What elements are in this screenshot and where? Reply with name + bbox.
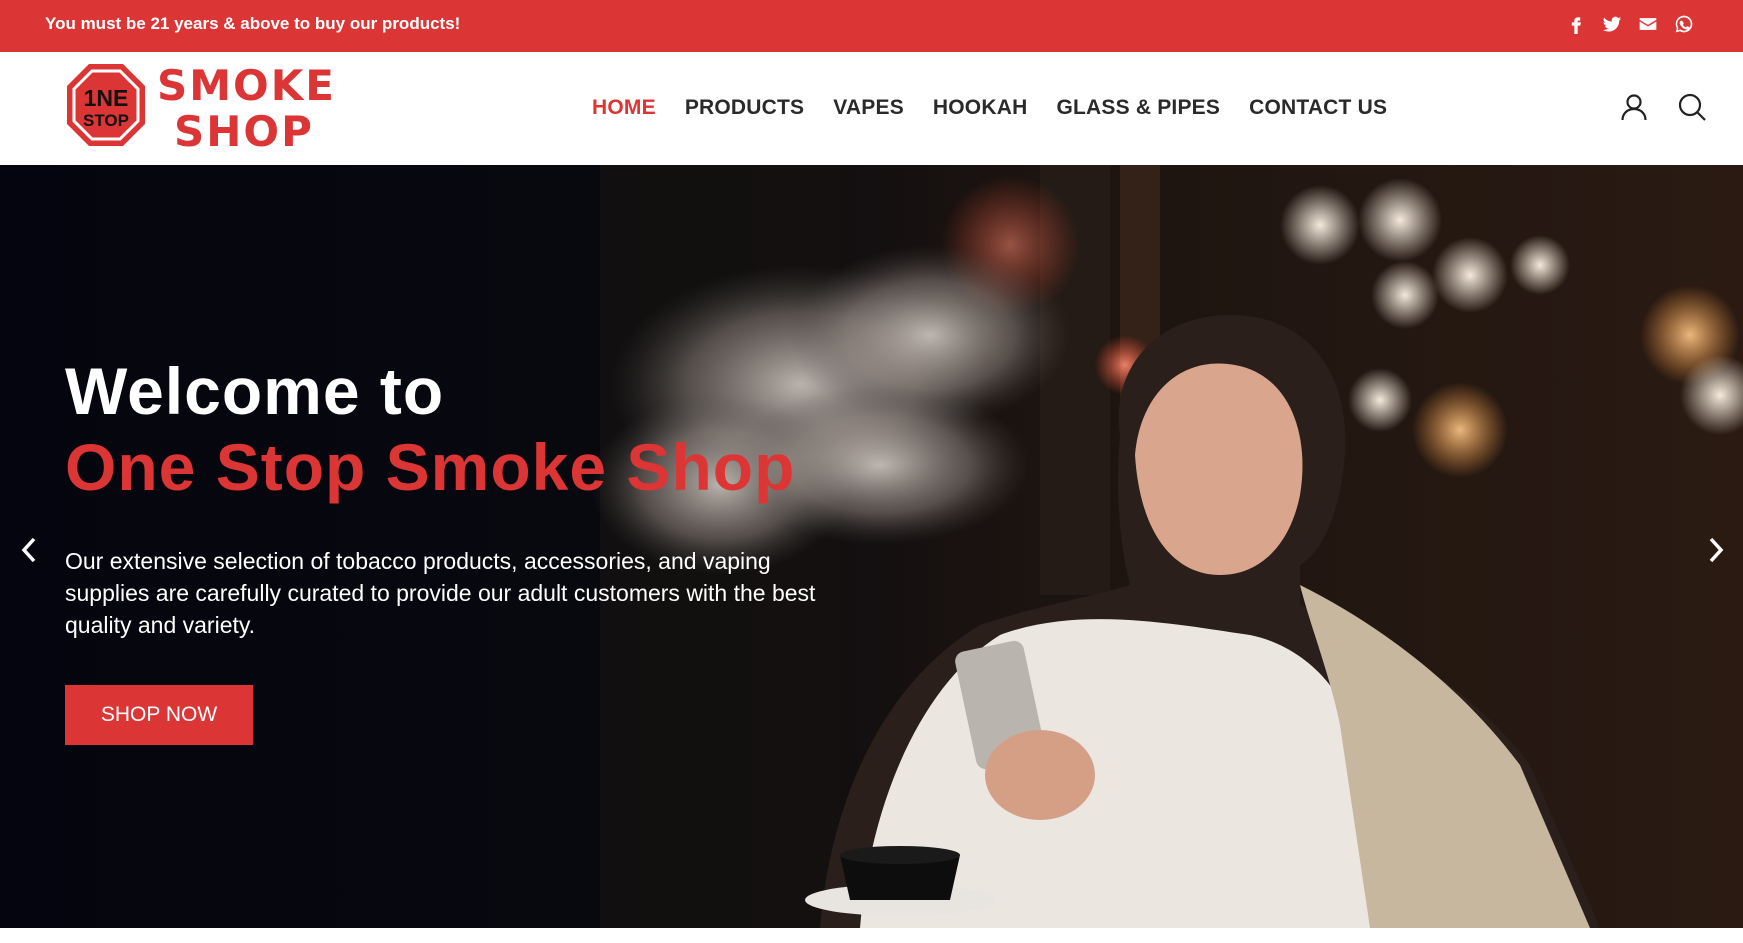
logo-word-shop: SHOP [174, 107, 314, 156]
nav-home[interactable]: HOME [592, 96, 656, 120]
twitter-icon[interactable] [1601, 13, 1623, 35]
age-notice: You must be 21 years & above to buy our … [45, 14, 461, 33]
social-links [1565, 13, 1695, 35]
header-actions [1619, 92, 1707, 122]
email-icon[interactable] [1637, 13, 1659, 35]
nav-glass-pipes[interactable]: GLASS & PIPES [1056, 96, 1220, 120]
hero-title-line2: One Stop Smoke Shop [65, 430, 796, 504]
slider-prev-arrow-icon[interactable] [14, 530, 44, 570]
nav-hookah[interactable]: HOOKAH [933, 96, 1028, 120]
slider-next-arrow-icon[interactable] [1701, 530, 1731, 570]
hero-slider: Welcome to One Stop Smoke Shop Our exten… [0, 165, 1743, 928]
nav-vapes[interactable]: VAPES [833, 96, 904, 120]
one-stop-smoke-shop-logo[interactable]: 1NE STOP SMOKE SHOP [61, 61, 334, 157]
logo-badge-line2: STOP [83, 111, 129, 130]
whatsapp-icon[interactable] [1673, 13, 1695, 35]
announcement-bar: You must be 21 years & above to buy our … [0, 0, 1743, 52]
hero-description: Our extensive selection of tobacco produ… [65, 548, 816, 638]
logo-badge-line1: 1NE [84, 85, 129, 111]
page-bottom-spacer [0, 928, 1743, 943]
nav-products[interactable]: PRODUCTS [685, 96, 804, 120]
hero-title-line1: Welcome to [65, 354, 445, 428]
user-icon[interactable] [1619, 92, 1649, 122]
logo-word-smoke: SMOKE [157, 62, 331, 110]
site-header: 1NE STOP SMOKE SHOP HOME PRODUCTS VAPES … [0, 52, 1743, 165]
search-icon[interactable] [1677, 92, 1707, 122]
shop-now-button[interactable]: SHOP NOW [65, 685, 253, 745]
nav-contact-us[interactable]: CONTACT US [1249, 96, 1387, 120]
facebook-icon[interactable] [1565, 13, 1587, 35]
main-nav: HOME PRODUCTS VAPES HOOKAH GLASS & PIPES… [592, 96, 1416, 120]
